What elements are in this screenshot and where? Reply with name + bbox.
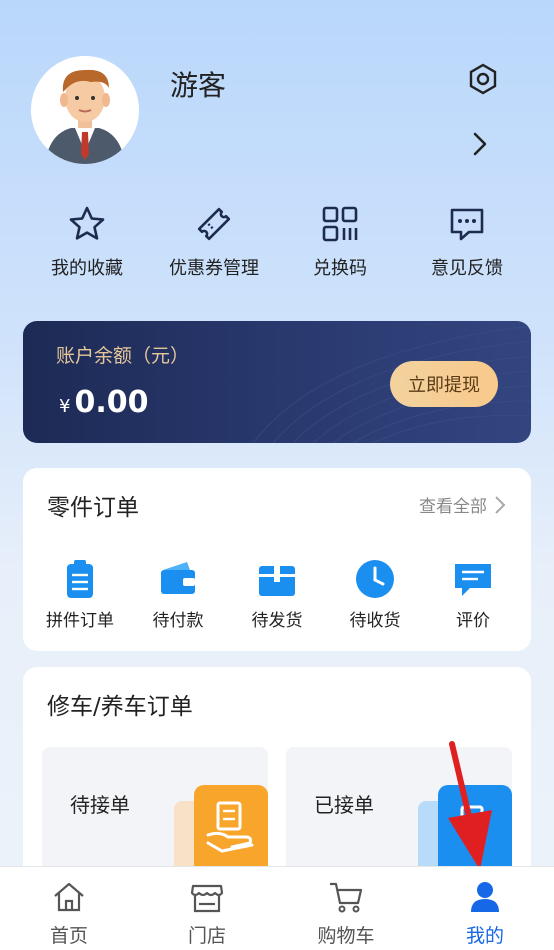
clipboard-icon (67, 560, 93, 598)
order-pending-receipt[interactable]: 待收货 (325, 558, 425, 631)
currency-symbol: ¥ (59, 396, 71, 417)
feedback-icon (450, 208, 484, 241)
balance-value: 0.00 (74, 385, 149, 420)
chevron-right-icon[interactable] (467, 128, 493, 160)
user-icon (471, 882, 499, 912)
settings-icon[interactable] (466, 62, 500, 96)
order-group-buy[interactable]: 拼件订单 (30, 558, 130, 631)
cart-icon (330, 882, 363, 913)
quick-favorites[interactable]: 我的收藏 (22, 200, 152, 280)
profile-header: 游客 (0, 0, 554, 190)
tab-mine-label: 我的 (465, 925, 504, 947)
hand-receipt-icon (174, 785, 268, 875)
quick-coupons-label: 优惠券管理 (169, 258, 259, 279)
quick-favorites-label: 我的收藏 (51, 258, 123, 279)
order-pending-shipment[interactable]: 待发货 (227, 558, 327, 631)
order-pending-payment[interactable]: 待付款 (128, 558, 228, 631)
quick-redeem-code-label: 兑换码 (313, 258, 367, 279)
parts-orders-card: 零件订单 查看全部 拼件订单 待付款 待发货 待收货 评价 (23, 468, 531, 651)
tab-cart-label: 购物车 (317, 925, 375, 947)
order-pending-shipment-label: 待发货 (251, 611, 303, 631)
home-icon (54, 882, 84, 912)
bottom-tab-bar: 首页 门店 购物车 我的 (0, 866, 554, 950)
balance-amount: ¥0.00 (59, 385, 148, 420)
order-review[interactable]: 评价 (423, 558, 523, 631)
parts-order-row: 拼件订单 待付款 待发货 待收货 评价 (23, 558, 531, 631)
comment-icon (455, 564, 491, 596)
quick-actions: 我的收藏 优惠券管理 兑换码 意见反馈 (0, 200, 554, 290)
tab-store[interactable]: 门店 (157, 879, 257, 948)
order-pending-receipt-label: 待收货 (349, 611, 401, 631)
tile-pending-accept-label: 待接单 (70, 793, 130, 817)
tab-home[interactable]: 首页 (19, 879, 119, 948)
view-all-label: 查看全部 (419, 497, 487, 517)
tab-store-label: 门店 (187, 925, 226, 947)
avatar-illustration (31, 56, 139, 164)
balance-card: 账户余额（元） ¥0.00 立即提现 (23, 321, 531, 443)
balance-title: 账户余额（元） (56, 345, 190, 367)
order-review-label: 评价 (456, 611, 490, 631)
repair-orders-title: 修车/养车订单 (47, 694, 193, 720)
quick-redeem-code[interactable]: 兑换码 (275, 200, 405, 280)
username: 游客 (170, 69, 227, 102)
view-all-link[interactable]: 查看全部 (419, 492, 507, 517)
avatar[interactable] (31, 56, 139, 164)
tab-home-label: 首页 (49, 925, 88, 947)
wallet-icon (161, 562, 195, 594)
parts-orders-title: 零件订单 (47, 495, 139, 521)
coupon-icon (197, 207, 231, 241)
tile-accepted-label: 已接单 (314, 793, 374, 817)
tab-cart[interactable]: 购物车 (296, 879, 396, 948)
star-icon (69, 206, 105, 240)
quick-feedback-label: 意见反馈 (431, 258, 503, 279)
chevron-right-icon (495, 495, 506, 514)
qr-code-icon (322, 206, 358, 242)
order-pending-payment-label: 待付款 (152, 611, 204, 631)
store-icon (190, 884, 224, 913)
tab-mine[interactable]: 我的 (435, 879, 535, 948)
annotation-arrow-icon (448, 741, 492, 870)
quick-feedback[interactable]: 意见反馈 (402, 200, 532, 280)
quick-coupons[interactable]: 优惠券管理 (149, 200, 279, 280)
package-icon (259, 566, 295, 596)
order-group-buy-label: 拼件订单 (46, 611, 114, 631)
withdraw-button[interactable]: 立即提现 (390, 361, 498, 407)
clock-icon (356, 560, 394, 598)
